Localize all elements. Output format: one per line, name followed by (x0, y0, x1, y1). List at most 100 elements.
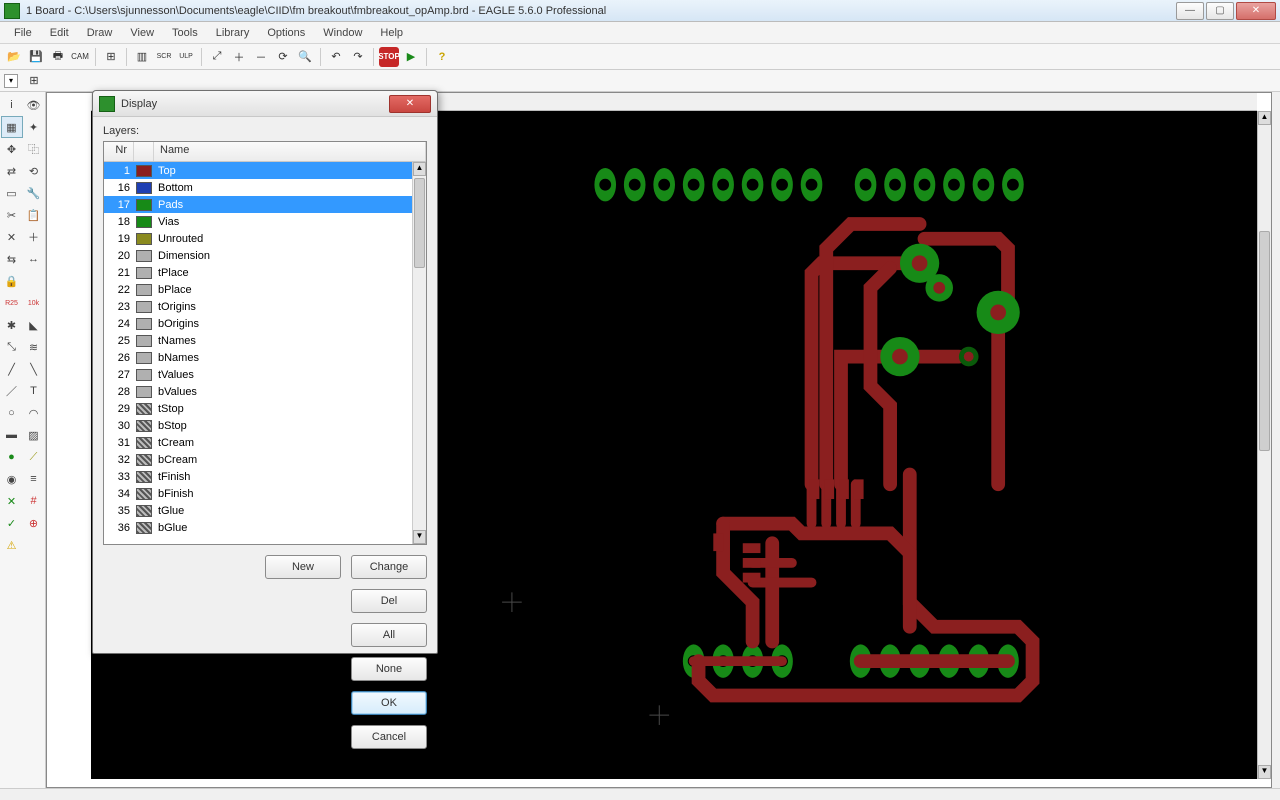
layer-row[interactable]: 30bStop (104, 417, 412, 434)
via-tool-icon[interactable]: ● (1, 446, 23, 468)
zoom-redraw-icon[interactable]: ⟳ (273, 47, 293, 67)
dialog-titlebar[interactable]: Display ✕ (93, 91, 437, 117)
layers-scroll-up-icon[interactable]: ▲ (413, 162, 426, 176)
info-tool-icon[interactable]: i (1, 94, 23, 116)
smash-tool-icon[interactable]: ✱ (1, 314, 23, 336)
errors-tool-icon[interactable]: ⚠ (1, 534, 23, 556)
cam-icon[interactable]: CAM (70, 47, 90, 67)
layer-row[interactable]: 32bCream (104, 451, 412, 468)
grid-dropdown[interactable]: ▾ (4, 74, 18, 88)
open-icon[interactable]: 📂 (4, 47, 24, 67)
layer-row[interactable]: 1Top (104, 162, 412, 179)
group-tool-icon[interactable]: ▭ (1, 182, 23, 204)
name-tool-icon[interactable]: R25 (1, 292, 23, 314)
layer-row[interactable]: 18Vias (104, 213, 412, 230)
layer-row[interactable]: 20Dimension (104, 247, 412, 264)
menu-tools[interactable]: Tools (164, 25, 206, 41)
del-button[interactable]: Del (351, 589, 427, 613)
redo-icon[interactable]: ↷ (348, 47, 368, 67)
go-icon[interactable]: ▶ (401, 47, 421, 67)
layer-row[interactable]: 21tPlace (104, 264, 412, 281)
none-button[interactable]: None (351, 657, 427, 681)
delete-tool-icon[interactable]: ✕ (1, 226, 23, 248)
stop-icon[interactable]: STOP (379, 47, 399, 67)
ok-button[interactable]: OK (351, 691, 427, 715)
zoom-fit-icon[interactable]: ⤢ (207, 47, 227, 67)
layer-row[interactable]: 22bPlace (104, 281, 412, 298)
zoom-in-icon[interactable]: ＋ (229, 47, 249, 67)
change-button[interactable]: Change (351, 555, 427, 579)
minimize-button[interactable]: — (1176, 2, 1204, 20)
layer-row[interactable]: 28bValues (104, 383, 412, 400)
col-name[interactable]: Name (154, 142, 426, 161)
drc-tool-icon[interactable]: ⊕ (23, 512, 45, 534)
layers-scroll-down-icon[interactable]: ▼ (413, 530, 426, 544)
cancel-button[interactable]: Cancel (351, 725, 427, 749)
menu-draw[interactable]: Draw (79, 25, 121, 41)
menu-view[interactable]: View (122, 25, 162, 41)
layer-row[interactable]: 17Pads (104, 196, 412, 213)
cut-tool-icon[interactable]: ✂ (1, 204, 23, 226)
attribute-tool-icon[interactable]: ≡ (23, 468, 45, 490)
menu-edit[interactable]: Edit (42, 25, 77, 41)
menu-options[interactable]: Options (259, 25, 313, 41)
replace-tool-icon[interactable]: ↔ (23, 248, 45, 270)
ratsnest-tool-icon[interactable]: ✕ (1, 490, 23, 512)
signal-tool-icon[interactable]: ⟋ (23, 446, 45, 468)
erc-tool-icon[interactable]: ✓ (1, 512, 23, 534)
new-button[interactable]: New (265, 555, 341, 579)
hole-tool-icon[interactable]: ◉ (1, 468, 23, 490)
mark-tool-icon[interactable]: ✦ (23, 116, 45, 138)
change-tool-icon[interactable]: 🔧 (23, 182, 45, 204)
route-tool-icon[interactable]: ╱ (1, 358, 23, 380)
circle-tool-icon[interactable]: ○ (1, 402, 23, 424)
rotate-tool-icon[interactable]: ⟲ (23, 160, 45, 182)
help-icon[interactable]: ? (432, 47, 452, 67)
layer-row[interactable]: 25tNames (104, 332, 412, 349)
miter-tool-icon[interactable]: ◣ (23, 314, 45, 336)
layer-row[interactable]: 26bNames (104, 349, 412, 366)
layer-row[interactable]: 24bOrigins (104, 315, 412, 332)
layer-row[interactable]: 27tValues (104, 366, 412, 383)
dialog-close-button[interactable]: ✕ (389, 95, 431, 113)
split-tool-icon[interactable]: ⤡ (1, 336, 23, 358)
print-icon[interactable]: 🖶 (48, 47, 68, 67)
library-icon[interactable]: ▥ (132, 47, 152, 67)
close-button[interactable]: ✕ (1236, 2, 1276, 20)
grid-snap-icon[interactable]: ⊞ (24, 71, 44, 91)
layers-scrollbar[interactable]: ▲ ▼ (412, 162, 426, 544)
layer-row[interactable]: 31tCream (104, 434, 412, 451)
layers-scroll-thumb[interactable] (414, 178, 425, 268)
save-icon[interactable]: 💾 (26, 47, 46, 67)
scroll-thumb[interactable] (1259, 231, 1270, 451)
scroll-up-icon[interactable]: ▲ (1258, 111, 1271, 125)
wire-tool-icon[interactable]: ／ (1, 380, 23, 402)
menu-file[interactable]: File (6, 25, 40, 41)
move-tool-icon[interactable]: ✥ (1, 138, 23, 160)
polygon-tool-icon[interactable]: ▨ (23, 424, 45, 446)
col-nr[interactable]: Nr (104, 142, 134, 161)
ripup-tool-icon[interactable]: ╲ (23, 358, 45, 380)
copy-tool-icon[interactable]: ⿻ (23, 138, 45, 160)
ulp-icon[interactable]: ULP (176, 47, 196, 67)
layer-row[interactable]: 33tFinish (104, 468, 412, 485)
zoom-select-icon[interactable]: 🔍 (295, 47, 315, 67)
layer-row[interactable]: 19Unrouted (104, 230, 412, 247)
mirror-tool-icon[interactable]: ⇄ (1, 160, 23, 182)
menu-help[interactable]: Help (372, 25, 411, 41)
scroll-down-icon[interactable]: ▼ (1258, 765, 1271, 779)
menu-window[interactable]: Window (315, 25, 370, 41)
add-tool-icon[interactable]: ＋ (23, 226, 45, 248)
layer-row[interactable]: 34bFinish (104, 485, 412, 502)
paste-tool-icon[interactable]: 📋 (23, 204, 45, 226)
rect-tool-icon[interactable]: ▬ (1, 424, 23, 446)
all-button[interactable]: All (351, 623, 427, 647)
zoom-out-icon[interactable]: － (251, 47, 271, 67)
maximize-button[interactable]: ▢ (1206, 2, 1234, 20)
value-tool-icon[interactable]: 10k (23, 292, 45, 314)
optimize-tool-icon[interactable]: ≋ (23, 336, 45, 358)
script-icon[interactable]: SCR (154, 47, 174, 67)
pinswap-tool-icon[interactable]: ⇆ (1, 248, 23, 270)
layer-row[interactable]: 35tGlue (104, 502, 412, 519)
display-tool-icon[interactable]: ▦ (1, 116, 23, 138)
